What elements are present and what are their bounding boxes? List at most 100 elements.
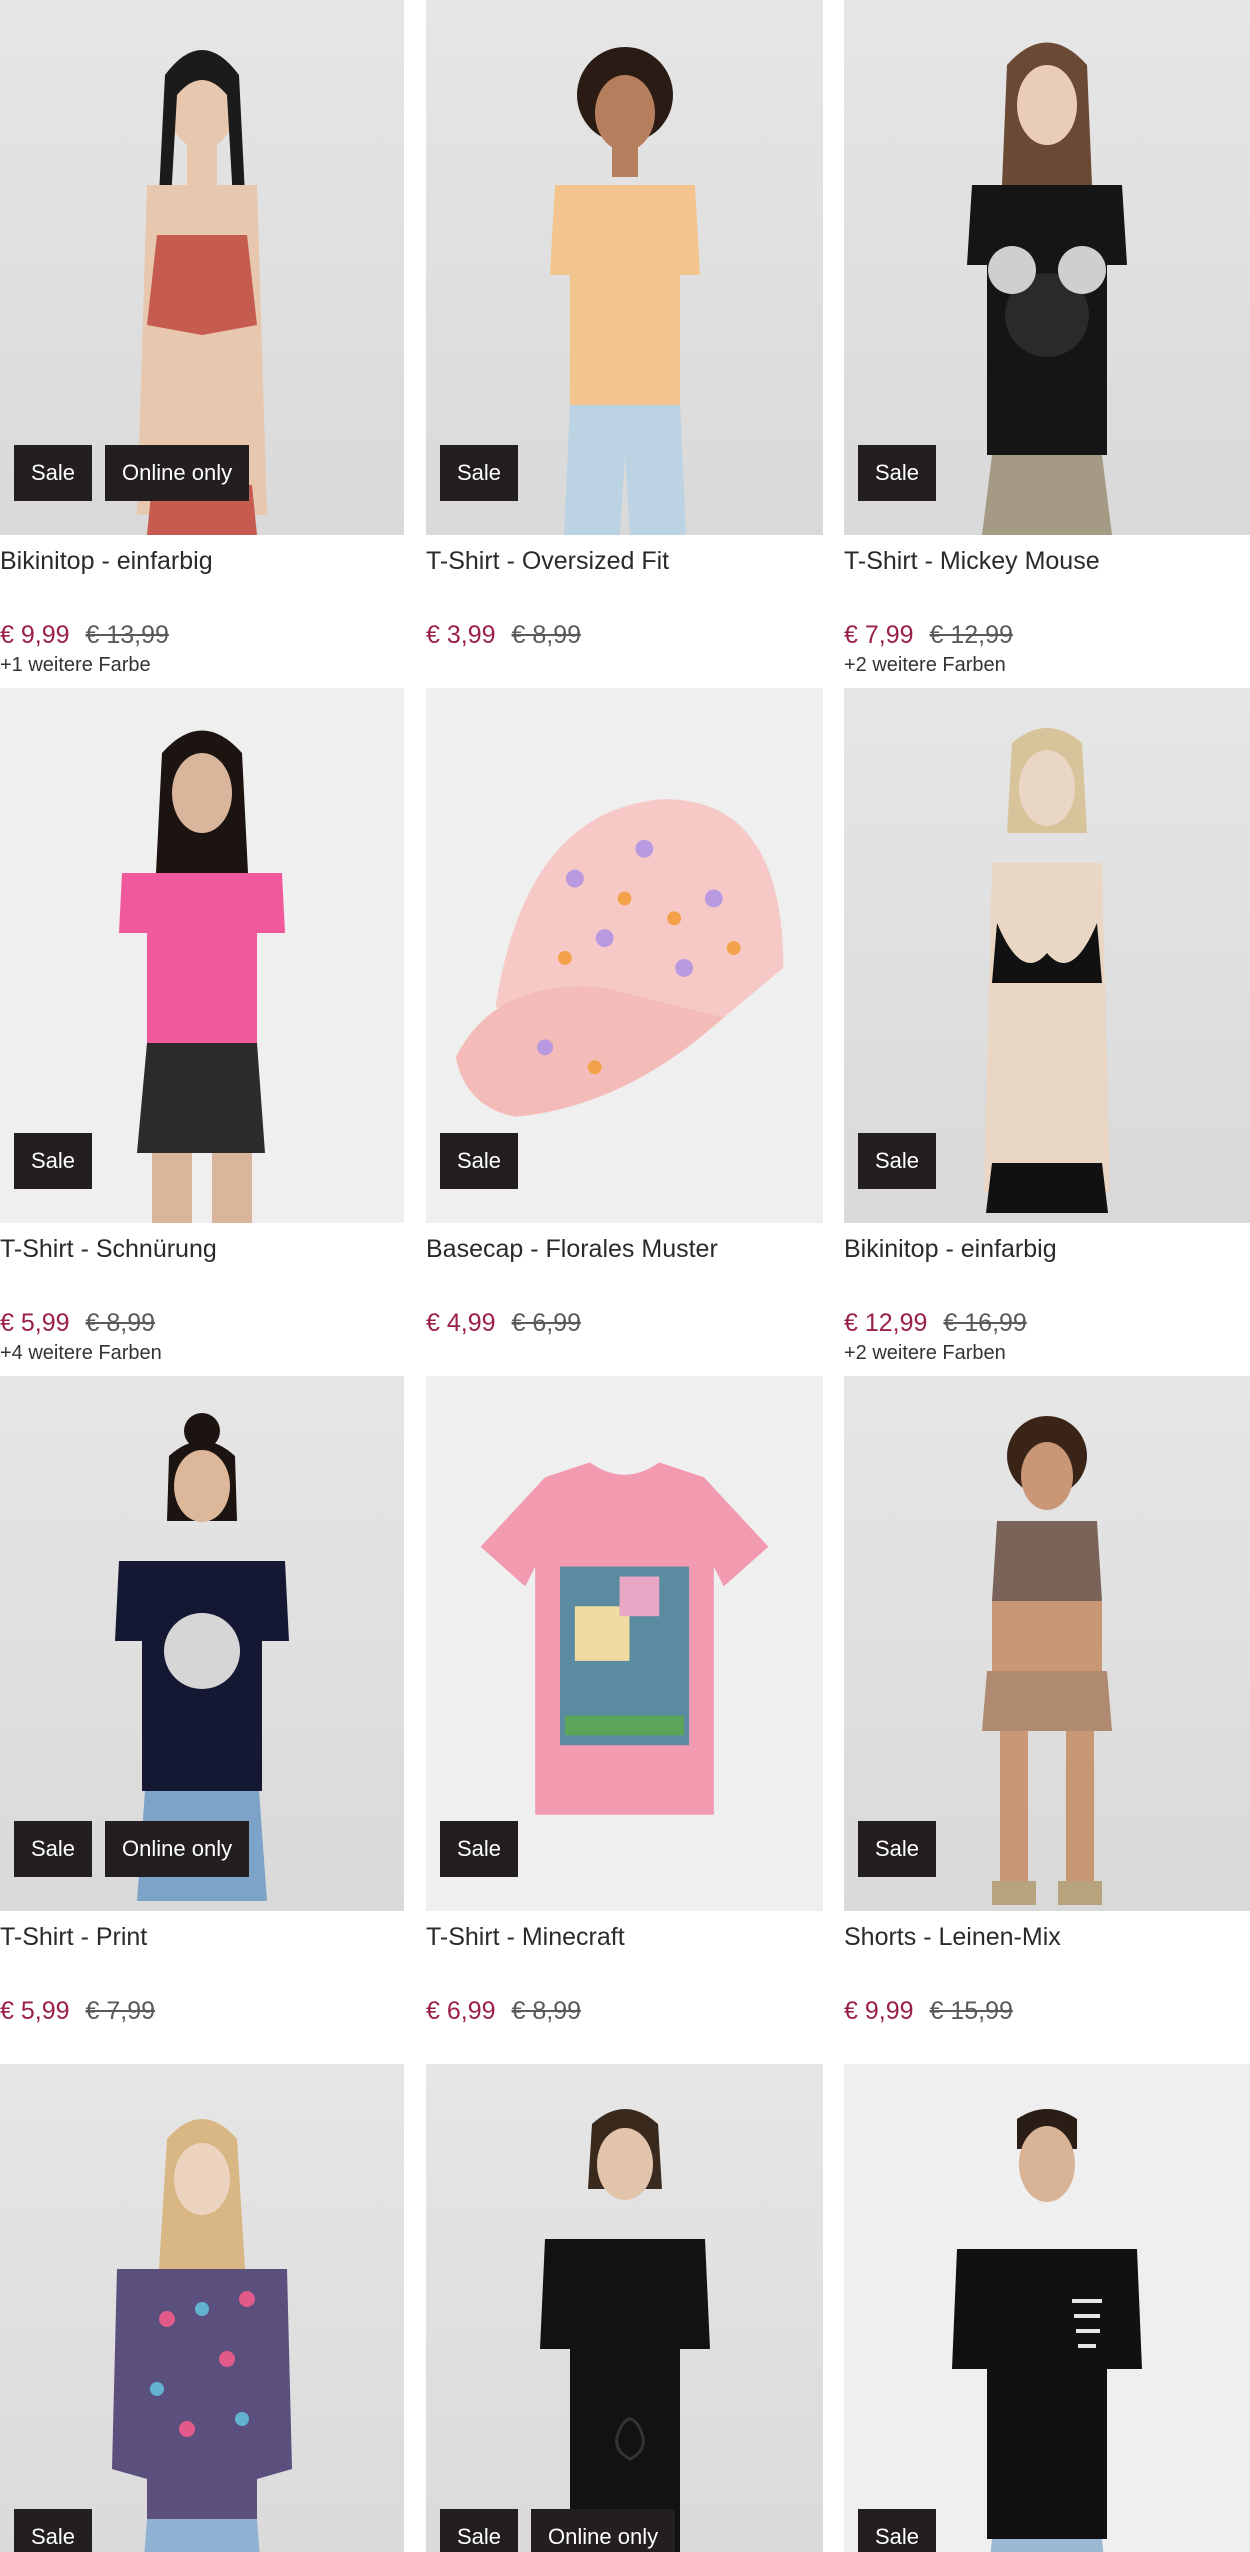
online-only-badge: Online only (531, 2509, 676, 2552)
sale-price: € 7,99 (844, 621, 914, 649)
sale-badge: Sale (858, 2509, 937, 2552)
model-figure (952, 2109, 1142, 2552)
sale-badge: Sale (858, 1133, 937, 1189)
product-title[interactable]: T-Shirt - Oversized Fit (426, 545, 823, 577)
product-image[interactable]: Sale Online only (426, 2064, 823, 2552)
color-variants[interactable] (844, 2030, 1250, 2056)
price-row: € 9,99 € 13,99 (0, 619, 404, 651)
sale-badge: Sale (14, 1821, 93, 1877)
product-image[interactable]: Sale Online only (0, 0, 404, 535)
product-title[interactable]: Bikinitop - einfarbig (0, 545, 404, 577)
product-card[interactable]: Sale T-Shirt - Oversized Fit € 3,99 € 8,… (416, 0, 834, 688)
sale-badge: Sale (858, 1821, 937, 1877)
sale-price: € 9,99 (844, 1997, 914, 2025)
price-row: € 9,99 € 15,99 (844, 1995, 1250, 2027)
product-image[interactable]: Sale (426, 688, 823, 1223)
online-only-badge: Online only (105, 1821, 250, 1877)
sale-badge: Sale (440, 1133, 519, 1189)
product-image[interactable]: Sale (844, 688, 1250, 1223)
product-card[interactable]: Sale (0, 2064, 416, 2552)
price-row: € 12,99 € 16,99 (844, 1307, 1250, 1339)
product-card[interactable]: Sale Basecap - Florales Muster € 4,99 € … (416, 688, 834, 1376)
sale-badge: Sale (440, 1821, 519, 1877)
product-card[interactable]: Sale T-Shirt - Minecraft € 6,99 € 8,99 (416, 1376, 834, 2064)
product-image[interactable]: Sale (844, 1376, 1250, 1911)
sale-badge: Sale (14, 1133, 93, 1189)
model-figure (549, 47, 700, 535)
product-card[interactable]: Sale T-Shirt - Schnürung € 5,99 € 8,99 +… (0, 688, 416, 1376)
product-image[interactable]: Sale (0, 2064, 404, 2552)
product-card[interactable]: Sale (834, 2064, 1250, 2552)
product-card[interactable]: Sale Shorts - Leinen-Mix € 9,99 € 15,99 (834, 1376, 1250, 2064)
price-row: € 3,99 € 8,99 (426, 619, 823, 651)
sale-badge: Sale (440, 2509, 519, 2552)
sale-price: € 5,99 (0, 1997, 70, 2025)
color-variants[interactable]: +1 weitere Farbe (0, 654, 404, 680)
product-image[interactable]: Sale (426, 1376, 823, 1911)
badge-group: Sale Online only (14, 1821, 250, 1877)
original-price: € 15,99 (929, 1997, 1013, 2025)
model-figure (982, 1416, 1112, 1905)
product-card[interactable]: Sale Online only T-Shirt - Print € 5,99 … (0, 1376, 416, 2064)
sale-price: € 4,99 (426, 1309, 496, 1337)
original-price: € 8,99 (85, 1309, 156, 1337)
original-price: € 16,99 (943, 1309, 1027, 1337)
sale-price: € 6,99 (426, 1997, 496, 2025)
product-image[interactable]: Sale (844, 0, 1250, 535)
product-image[interactable]: Sale (0, 688, 404, 1223)
product-card[interactable]: Sale Online only (416, 2064, 834, 2552)
color-variants[interactable] (426, 654, 823, 680)
original-price: € 7,99 (85, 1997, 156, 2025)
badge-group: Sale (858, 1133, 937, 1189)
product-image[interactable]: Sale Online only (0, 1376, 404, 1911)
product-title[interactable]: T-Shirt - Schnürung (0, 1233, 404, 1265)
sale-badge: Sale (14, 445, 93, 501)
price-row: € 6,99 € 8,99 (426, 1995, 823, 2027)
price-row: € 4,99 € 6,99 (426, 1307, 823, 1339)
model-figure (967, 42, 1127, 535)
price-row: € 5,99 € 8,99 (0, 1307, 404, 1339)
sale-price: € 3,99 (426, 621, 496, 649)
badge-group: Sale (858, 445, 937, 501)
badge-group: Sale Online only (440, 2509, 676, 2552)
badge-group: Sale (440, 1821, 519, 1877)
original-price: € 12,99 (929, 621, 1013, 649)
product-image[interactable]: Sale (844, 2064, 1250, 2552)
original-price: € 8,99 (511, 1997, 582, 2025)
sale-badge: Sale (858, 445, 937, 501)
color-variants[interactable] (426, 1342, 823, 1368)
product-card[interactable]: Sale T-Shirt - Mickey Mouse € 7,99 € 12,… (834, 0, 1250, 688)
online-only-badge: Online only (105, 445, 250, 501)
color-variants[interactable]: +2 weitere Farben (844, 1342, 1250, 1368)
sale-price: € 9,99 (0, 621, 70, 649)
badge-group: Sale (858, 1821, 937, 1877)
color-variants[interactable] (426, 2030, 823, 2056)
sale-badge: Sale (14, 2509, 93, 2552)
product-card[interactable]: Sale Bikinitop - einfarbig € 12,99 € 16,… (834, 688, 1250, 1376)
price-row: € 7,99 € 12,99 (844, 619, 1250, 651)
sale-price: € 5,99 (0, 1309, 70, 1337)
badge-group: Sale (14, 1133, 93, 1189)
product-card[interactable]: Sale Online only Bikinitop - einfarbig €… (0, 0, 416, 688)
product-grid: Sale Online only Bikinitop - einfarbig €… (0, 0, 1250, 2552)
badge-group: Sale (14, 2509, 93, 2552)
model-figure (112, 2119, 292, 2552)
color-variants[interactable] (0, 2030, 404, 2056)
color-variants[interactable]: +4 weitere Farben (0, 1342, 404, 1368)
model-figure (119, 730, 285, 1223)
color-variants[interactable]: +2 weitere Farben (844, 654, 1250, 680)
original-price: € 8,99 (511, 621, 582, 649)
price-row: € 5,99 € 7,99 (0, 1995, 404, 2027)
badge-group: Sale (858, 2509, 937, 2552)
model-figure (984, 728, 1110, 1213)
product-title[interactable]: Basecap - Florales Muster (426, 1233, 823, 1265)
product-title[interactable]: Bikinitop - einfarbig (844, 1233, 1250, 1265)
product-title[interactable]: T-Shirt - Minecraft (426, 1921, 823, 1953)
product-title[interactable]: T-Shirt - Mickey Mouse (844, 545, 1250, 577)
sale-price: € 12,99 (844, 1309, 928, 1337)
product-title[interactable]: T-Shirt - Print (0, 1921, 404, 1953)
product-image[interactable]: Sale (426, 0, 823, 535)
badge-group: Sale Online only (14, 445, 250, 501)
product-title[interactable]: Shorts - Leinen-Mix (844, 1921, 1250, 1953)
sale-badge: Sale (440, 445, 519, 501)
